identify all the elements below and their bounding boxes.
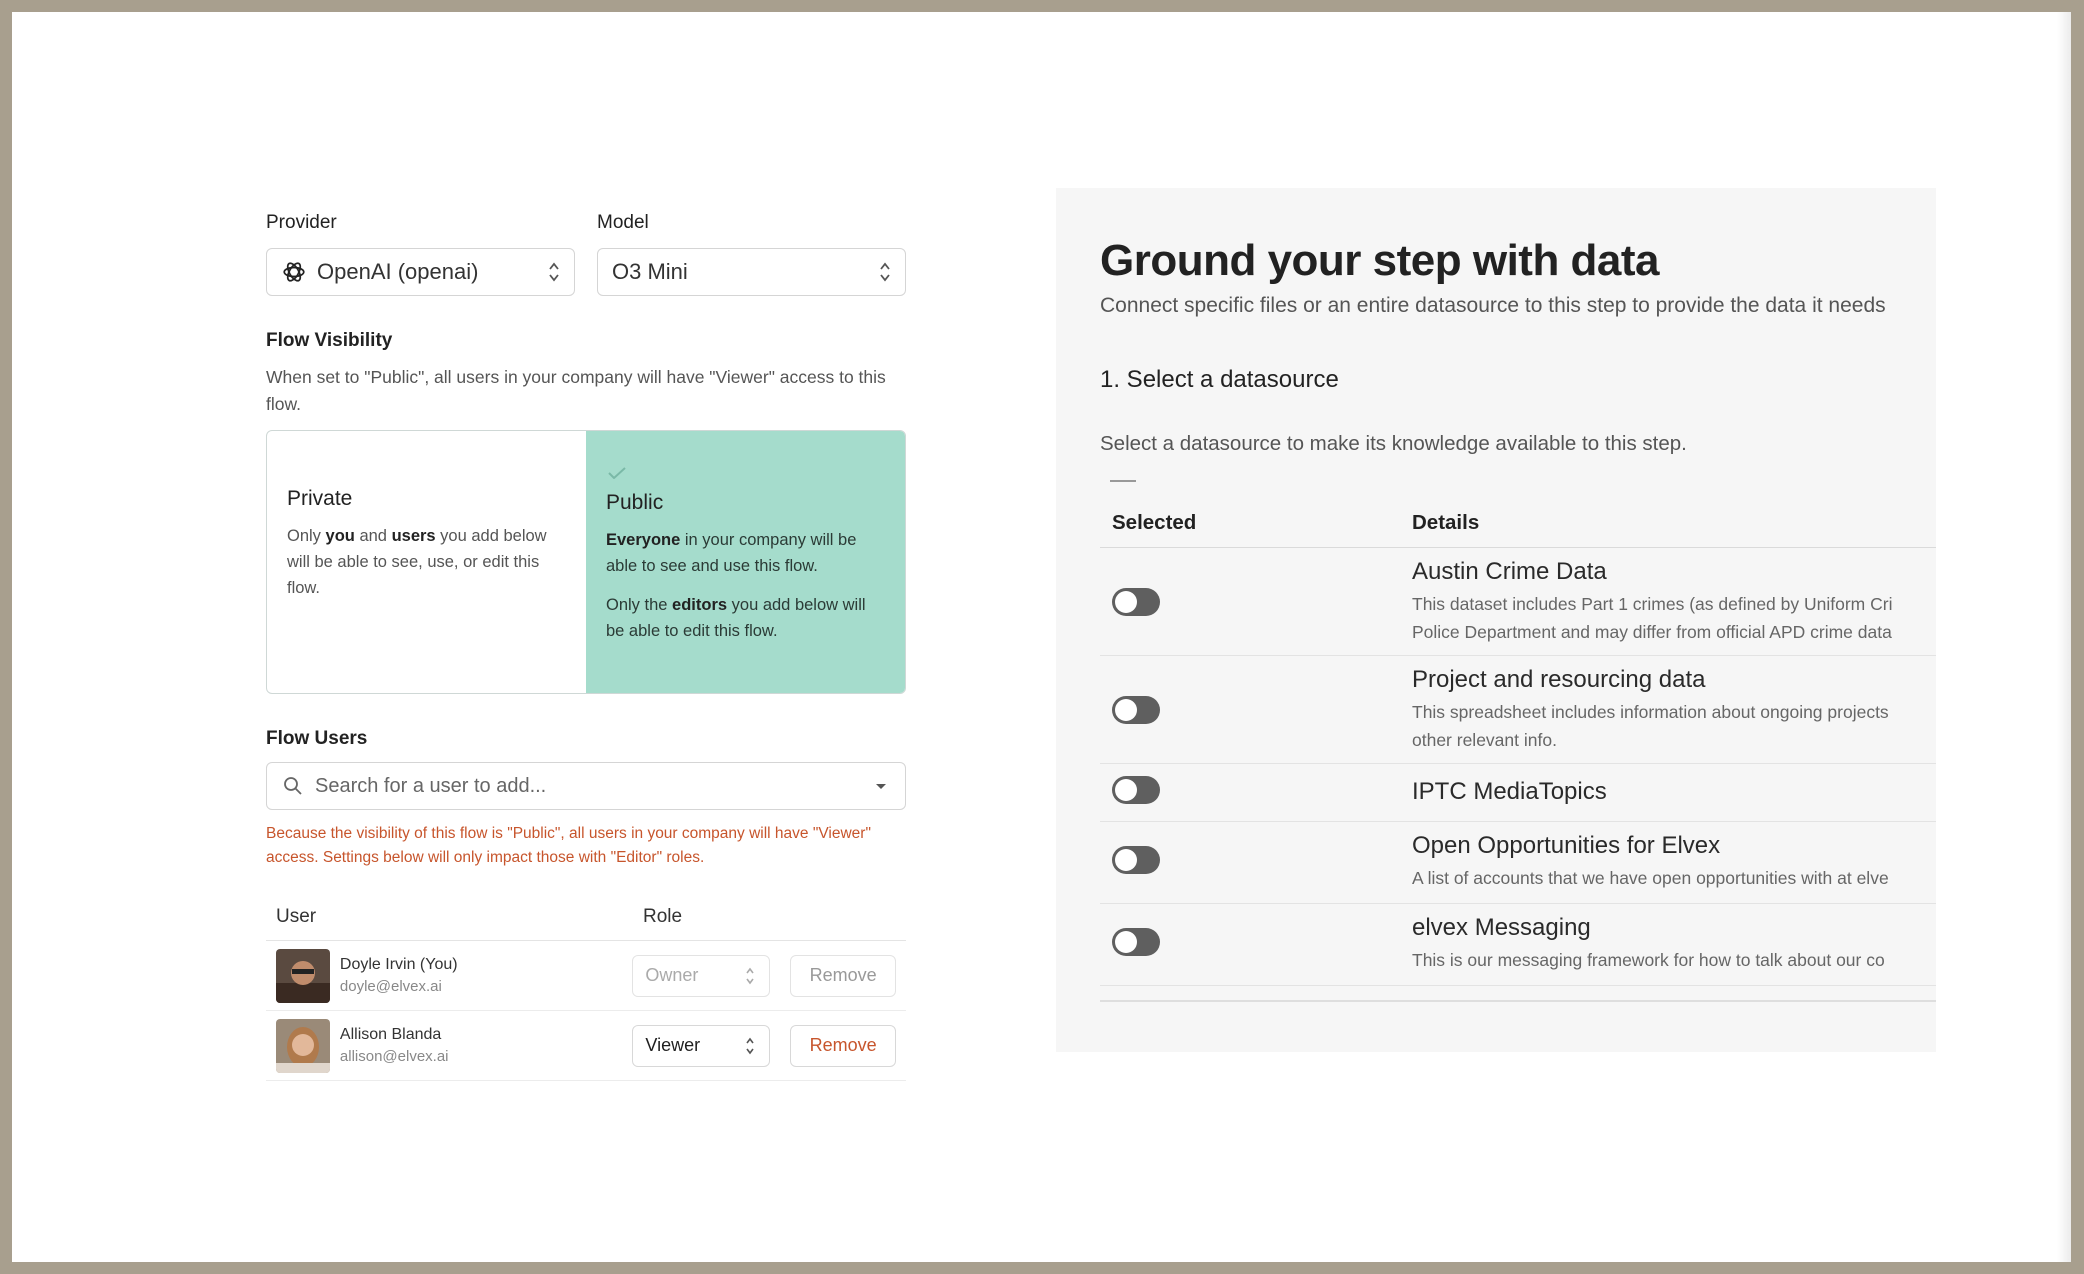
- search-icon: [284, 777, 302, 795]
- chevron-updown-icon: [880, 262, 890, 282]
- users-table: User Role Doyle Irvin (You) doyle@elvex.…: [266, 906, 906, 1081]
- datasource-toggle[interactable]: [1112, 588, 1160, 616]
- visibility-public-option[interactable]: Public Everyone in your company will be …: [586, 431, 905, 693]
- private-title: Private: [287, 487, 353, 510]
- table-row: Doyle Irvin (You) doyle@elvex.ai Owner R…: [266, 941, 906, 1011]
- col-selected: Selected: [1112, 510, 1197, 534]
- public-description: Everyone in your company will be able to…: [606, 531, 857, 575]
- visibility-options: Private Only you and users you add below…: [266, 430, 906, 694]
- datasource-name: elvex Messaging: [1412, 914, 1591, 941]
- col-details: Details: [1412, 510, 1480, 534]
- divider: [1110, 480, 1136, 482]
- chevron-updown-icon: [746, 967, 754, 984]
- datasource-description: This spreadsheet includes information ab…: [1412, 702, 1889, 722]
- datasource-name: Project and resourcing data: [1412, 666, 1706, 693]
- datasource-name: Austin Crime Data: [1412, 558, 1607, 585]
- remove-button[interactable]: Remove: [790, 1024, 896, 1067]
- avatar: [276, 948, 330, 1003]
- visibility-warning: Because the visibility of this flow is "…: [266, 825, 871, 866]
- user-name: Doyle Irvin (You): [339, 956, 458, 973]
- provider-label: Provider: [266, 212, 337, 233]
- page-subtitle: Connect specific files or an entire data…: [1100, 294, 1886, 317]
- datasource-description: A list of accounts that we have open opp…: [1412, 868, 1889, 888]
- toggle-cell: [1112, 904, 1412, 985]
- flow-users-title: Flow Users: [266, 728, 368, 749]
- datasource-toggle[interactable]: [1112, 846, 1160, 874]
- divider: [1100, 1000, 1936, 1002]
- details-cell: Austin Crime Data This dataset includes …: [1412, 548, 1892, 655]
- datasource-panel: Ground your step with data Connect speci…: [1056, 188, 1936, 1052]
- chevron-updown-icon: [549, 262, 559, 282]
- role-select[interactable]: Viewer: [632, 1024, 771, 1067]
- toggle-cell: [1112, 656, 1412, 763]
- flow-visibility-description: When set to "Public", all users in your …: [266, 367, 886, 414]
- datasource-toggle[interactable]: [1112, 928, 1160, 956]
- page-title: Ground your step with data: [1100, 236, 1660, 285]
- role-value: Owner: [645, 965, 699, 985]
- user-search[interactable]: [266, 762, 906, 810]
- details-cell: Project and resourcing data This spreads…: [1412, 656, 1889, 763]
- datasource-description: Police Department and may differ from of…: [1412, 622, 1892, 642]
- datasource-name: Open Opportunities for Elvex: [1412, 832, 1721, 859]
- user-email: allison@elvex.ai: [339, 1048, 449, 1065]
- remove-button: Remove: [790, 954, 896, 997]
- visibility-private-option[interactable]: Private Only you and users you add below…: [267, 431, 586, 693]
- user-search-input[interactable]: [315, 774, 835, 798]
- provider-group: Provider OpenAI (openai): [266, 212, 575, 296]
- user-info: Allison Blanda allison@elvex.ai: [340, 1026, 632, 1065]
- users-table-header: User Role: [266, 906, 906, 941]
- table-row: Project and resourcing data This spreads…: [1100, 656, 1936, 764]
- avatar: [276, 1018, 330, 1073]
- chevron-updown-icon: [746, 1037, 754, 1054]
- role-select: Owner: [632, 954, 771, 997]
- caret-down-icon[interactable]: [875, 783, 887, 791]
- user-email: doyle@elvex.ai: [339, 978, 442, 995]
- step-title: 1. Select a datasource: [1100, 366, 1339, 393]
- user-name: Allison Blanda: [339, 1026, 442, 1043]
- role-value: Viewer: [645, 1035, 701, 1055]
- table-row: Austin Crime Data This dataset includes …: [1100, 548, 1936, 656]
- toggle-cell: [1112, 822, 1412, 903]
- datasource-description: This is our messaging framework for how …: [1412, 950, 1885, 970]
- table-row: IPTC MediaTopics: [1100, 764, 1936, 822]
- details-cell: elvex Messaging This is our messaging fr…: [1412, 904, 1885, 985]
- col-user: User: [276, 906, 317, 927]
- table-row: Allison Blanda allison@elvex.ai Viewer R…: [266, 1011, 906, 1081]
- user-info: Doyle Irvin (You) doyle@elvex.ai: [340, 956, 632, 995]
- col-role: Role: [643, 906, 683, 927]
- provider-select[interactable]: OpenAI (openai): [266, 248, 575, 296]
- model-group: Model O3 Mini: [597, 212, 906, 296]
- app-frame: Provider OpenAI (openai) Model O3 Mini F…: [12, 12, 2071, 1262]
- details-cell: IPTC MediaTopics: [1412, 764, 1607, 821]
- model-value: O3 Mini: [612, 259, 688, 284]
- public-editors-description: Only the editors you add below will be a…: [606, 596, 866, 640]
- datasource-description: other relevant info.: [1412, 730, 1557, 750]
- table-row: Open Opportunities for Elvex A list of a…: [1100, 822, 1936, 904]
- flow-visibility-title: Flow Visibility: [266, 330, 393, 351]
- table-row: elvex Messaging This is our messaging fr…: [1100, 904, 1936, 986]
- frame-shadow: [2057, 12, 2071, 1262]
- public-title: Public: [606, 491, 664, 514]
- step-description: Select a datasource to make its knowledg…: [1100, 432, 1687, 455]
- details-cell: Open Opportunities for Elvex A list of a…: [1412, 822, 1889, 903]
- toggle-cell: [1112, 548, 1412, 655]
- datasource-table-header: Selected Details: [1100, 498, 1936, 548]
- provider-value: OpenAI (openai): [317, 259, 479, 284]
- datasource-toggle[interactable]: [1112, 776, 1160, 804]
- model-label: Model: [597, 212, 649, 233]
- flow-settings-panel: Provider OpenAI (openai) Model O3 Mini F…: [266, 212, 906, 1081]
- openai-logo-icon: [283, 262, 305, 282]
- datasource-table: Selected Details Austin Crime Data This …: [1100, 498, 1936, 986]
- toggle-cell: [1112, 764, 1412, 821]
- check-icon: [608, 467, 626, 479]
- datasource-toggle[interactable]: [1112, 696, 1160, 724]
- datasource-description: This dataset includes Part 1 crimes (as …: [1412, 594, 1893, 614]
- private-description: Only you and users you add below will be…: [287, 527, 547, 597]
- datasource-name: IPTC MediaTopics: [1412, 778, 1607, 805]
- model-select[interactable]: O3 Mini: [597, 248, 906, 296]
